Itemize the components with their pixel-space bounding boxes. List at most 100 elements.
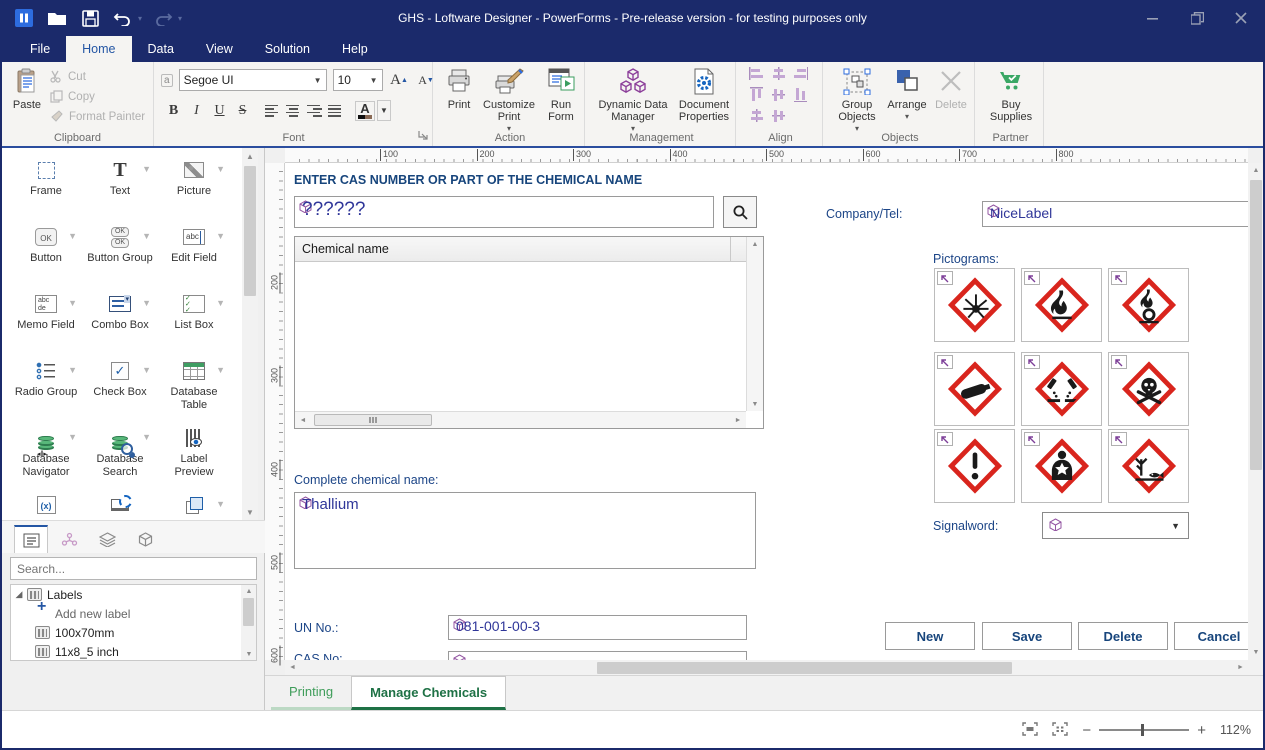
toolbox-item[interactable]: ▼ Combo Box — [84, 292, 156, 359]
font-family-select[interactable]: Segoe UI▼ — [179, 69, 327, 91]
dynamic-data-manager-button[interactable]: Dynamic Data Manager▾ — [592, 66, 674, 135]
italic-button[interactable]: I — [186, 100, 207, 121]
chemical-results-table[interactable]: Chemical name ▲ ▼ ◄ ► — [294, 236, 764, 429]
undo-dropdown-icon[interactable]: ▾ — [138, 14, 142, 23]
pictogram-ghs04-compressed-gas[interactable] — [934, 352, 1015, 426]
tree-item[interactable]: 11x8_5 inch — [11, 642, 242, 661]
chevron-down-icon[interactable]: ▼ — [68, 298, 77, 308]
window-close-button[interactable] — [1219, 0, 1263, 36]
zoom-to-selection-icon[interactable] — [1052, 722, 1068, 739]
menu-tab[interactable]: File — [14, 36, 66, 62]
open-folder-icon[interactable] — [45, 6, 69, 30]
underline-button[interactable]: U — [209, 100, 230, 121]
chevron-down-icon[interactable]: ▼ — [142, 164, 151, 174]
tree-expander-icon[interactable]: ◢ — [11, 589, 27, 600]
toolbox-item[interactable]: ▼ Database Navigator — [10, 426, 82, 493]
menu-tab[interactable]: View — [190, 36, 249, 62]
scroll-up-icon[interactable]: ▲ — [241, 585, 257, 597]
chevron-down-icon[interactable]: ▼ — [142, 231, 151, 241]
document-tab[interactable]: Manage Chemicals — [351, 676, 506, 710]
scroll-down-icon[interactable]: ▼ — [747, 397, 763, 411]
scrollbar-thumb[interactable] — [314, 414, 432, 426]
pictogram-ghs03-oxidizing[interactable] — [1108, 268, 1189, 342]
scroll-right-icon[interactable]: ► — [1233, 660, 1248, 675]
tab-solution[interactable] — [52, 525, 86, 553]
canvas-horizontal-scrollbar[interactable]: ◄ ► — [285, 660, 1248, 675]
scroll-left-icon[interactable]: ◄ — [285, 660, 300, 675]
scroll-right-icon[interactable]: ► — [730, 412, 746, 428]
chevron-down-icon[interactable]: ▼ — [216, 298, 225, 308]
toolbox-item[interactable]: ▼ Memo Field — [10, 292, 82, 359]
form-action-button[interactable]: New — [885, 622, 975, 650]
table-column-sliver[interactable] — [731, 237, 746, 262]
zoom-slider-thumb[interactable] — [1141, 724, 1144, 736]
cas-no-field[interactable] — [448, 651, 747, 660]
toolbox-item[interactable]: ▼ — [158, 493, 230, 520]
cas-search-field[interactable]: ?????? — [294, 196, 714, 228]
form-action-button[interactable]: Save — [982, 622, 1072, 650]
scroll-down-icon[interactable]: ▼ — [1248, 645, 1264, 660]
buy-supplies-button[interactable]: Buy Supplies — [986, 66, 1036, 123]
toolbox-item[interactable]: ▼ Button — [10, 225, 82, 292]
font-size-select[interactable]: 10▼ — [333, 69, 383, 91]
chevron-down-icon[interactable]: ▼ — [216, 231, 225, 241]
form-action-button[interactable]: Cancel — [1174, 622, 1248, 650]
toolbox-scrollbar[interactable]: ▲ ▼ — [242, 148, 258, 520]
toolbox-item[interactable]: ▼ Database Table — [158, 359, 230, 426]
pictogram-ghs09-environmental-hazard[interactable] — [1108, 429, 1189, 503]
save-icon[interactable] — [78, 6, 102, 30]
tab-layers[interactable] — [90, 525, 124, 553]
search-input[interactable] — [11, 558, 256, 579]
menu-tab[interactable]: Solution — [249, 36, 326, 62]
document-properties-button[interactable]: Document Properties — [676, 66, 732, 123]
grow-font-button[interactable]: A▲ — [389, 70, 410, 91]
run-form-button[interactable]: Run Form — [542, 66, 580, 123]
toolbox-item[interactable]: ▼ Radio Group — [10, 359, 82, 426]
pictogram-ghs07-irritant[interactable] — [934, 429, 1015, 503]
pictogram-ghs08-health-hazard[interactable] — [1021, 429, 1102, 503]
app-icon[interactable] — [12, 6, 36, 30]
table-column-header[interactable]: Chemical name — [295, 237, 731, 262]
font-color-dropdown-icon[interactable]: ▼ — [377, 100, 391, 121]
menu-tab[interactable]: Home — [66, 36, 131, 62]
scroll-down-icon[interactable]: ▼ — [241, 648, 257, 660]
toolbox-item[interactable]: ▼ Picture — [158, 158, 230, 225]
scrollbar-thumb[interactable] — [597, 662, 1012, 674]
paste-button[interactable]: Paste — [8, 66, 46, 111]
toolbox-item[interactable]: ▼ — [10, 493, 82, 520]
arrange-button[interactable]: Arrange▾ — [884, 66, 930, 123]
zoom-out-button[interactable]: − — [1082, 722, 1091, 739]
align-text-center-button[interactable] — [284, 101, 303, 120]
undo-button[interactable] — [111, 6, 135, 30]
font-color-button[interactable]: A — [355, 101, 375, 121]
form-action-button[interactable]: Delete — [1078, 622, 1168, 650]
toolbox-item[interactable]: ▼ Text — [84, 158, 156, 225]
chevron-down-icon[interactable]: ▼ — [142, 432, 151, 442]
chevron-down-icon[interactable]: ▼ — [68, 432, 77, 442]
toolbox-item[interactable]: ▼ Check Box — [84, 359, 156, 426]
menu-tab[interactable]: Help — [326, 36, 384, 62]
zoom-to-fit-icon[interactable] — [1022, 722, 1038, 739]
zoom-in-button[interactable]: + — [1197, 722, 1206, 739]
chevron-down-icon[interactable]: ▼ — [142, 365, 151, 375]
customize-print-button[interactable]: Customize Print▾ — [480, 66, 538, 135]
justify-text-button[interactable] — [326, 101, 345, 120]
complete-chemical-name-memo[interactable]: Thallium — [294, 492, 756, 569]
table-horizontal-scrollbar[interactable]: ◄ ► — [295, 411, 746, 428]
tab-objects-3d[interactable] — [128, 525, 162, 553]
toolbox-item[interactable]: ▼ Edit Field — [158, 225, 230, 292]
toolbox-item[interactable]: ▼ List Box — [158, 292, 230, 359]
company-tel-field[interactable]: NiceLabel — [982, 201, 1248, 227]
scroll-down-icon[interactable]: ▼ — [242, 504, 258, 520]
signalword-combo[interactable]: ▼ — [1042, 512, 1189, 539]
chevron-down-icon[interactable]: ▼ — [142, 298, 151, 308]
scroll-up-icon[interactable]: ▲ — [747, 237, 763, 251]
menu-tab[interactable]: Data — [132, 36, 190, 62]
canvas-vertical-scrollbar[interactable]: ▲ ▼ — [1248, 163, 1263, 660]
toolbox-item[interactable]: ▼ — [84, 493, 156, 520]
strikethrough-button[interactable]: S — [232, 100, 253, 121]
scroll-left-icon[interactable]: ◄ — [295, 412, 311, 428]
chevron-down-icon[interactable]: ▼ — [216, 499, 225, 509]
window-minimize-button[interactable] — [1131, 0, 1175, 36]
zoom-slider[interactable] — [1099, 729, 1189, 731]
